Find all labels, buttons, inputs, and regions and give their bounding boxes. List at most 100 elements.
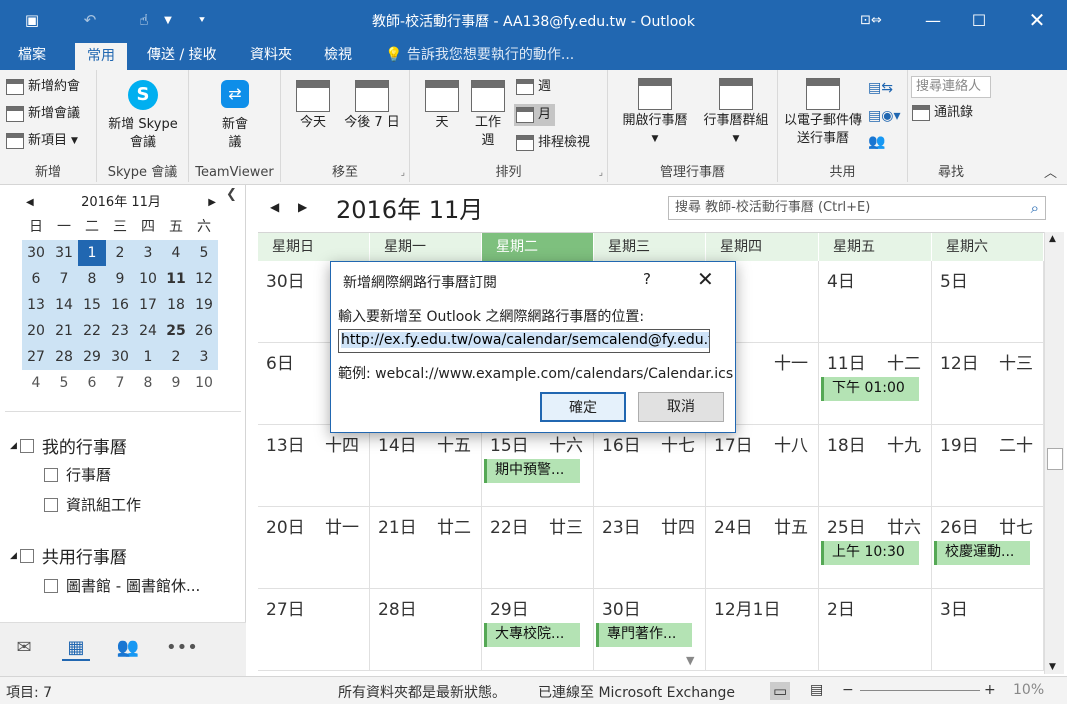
tab-folder[interactable]: 資料夾 xyxy=(238,40,304,70)
calendar-day-cell[interactable]: 28日 xyxy=(370,589,482,671)
calendar-day-cell[interactable]: 18日 十九 xyxy=(819,425,932,507)
calendar-permissions-icon[interactable]: 👥 xyxy=(868,134,885,150)
tab-send-receive[interactable]: 傳送 / 接收 xyxy=(135,40,229,70)
mini-calendar-day[interactable]: 14 xyxy=(50,292,78,318)
vertical-scrollbar[interactable]: ▲ ▼ xyxy=(1044,232,1064,674)
mini-calendar-day[interactable]: 30 xyxy=(106,344,134,370)
maximize-button[interactable]: ☐ xyxy=(956,0,1002,40)
next-icon[interactable]: ▶ xyxy=(298,200,307,214)
mini-calendar-day[interactable]: 22 xyxy=(78,318,106,344)
scrollbar-thumb[interactable] xyxy=(1047,448,1063,470)
calendar-icon[interactable]: ▦ xyxy=(62,637,90,661)
mini-calendar-day[interactable]: 18 xyxy=(162,292,190,318)
mini-calendar-day[interactable]: 28 xyxy=(50,344,78,370)
calendar-day-cell[interactable]: 20日 廿一 xyxy=(258,507,370,589)
mini-calendar-day[interactable]: 10 xyxy=(134,266,162,292)
library-folder-item[interactable]: 圖書館 - 圖書館休... xyxy=(44,575,200,596)
ok-button[interactable]: 確定 xyxy=(540,392,626,422)
checkbox[interactable] xyxy=(44,578,58,593)
mini-calendar-day[interactable]: 1 xyxy=(134,344,162,370)
address-book-button[interactable]: 通訊錄 xyxy=(912,104,973,122)
calendar-day-cell[interactable]: 14日 十五 xyxy=(370,425,482,507)
publish-online-icon[interactable]: ▤◉▾ xyxy=(868,108,900,124)
calendar-day-cell[interactable]: 12日 十三 xyxy=(932,343,1044,425)
dialog-launcher-icon[interactable]: ⌟ xyxy=(401,168,405,178)
email-calendar-button[interactable]: 以電子郵件傳送行事曆 xyxy=(782,78,864,148)
calendar-day-cell[interactable]: 5日 xyxy=(932,261,1044,343)
scroll-down-icon[interactable]: ▼ xyxy=(1049,662,1056,672)
mini-calendar-day[interactable]: 20 xyxy=(22,318,50,344)
mini-calendar-day[interactable]: 27 xyxy=(22,344,50,370)
mini-calendar-day[interactable]: 29 xyxy=(78,344,106,370)
calendar-day-cell[interactable]: 2日 xyxy=(819,589,932,671)
calendar-url-input[interactable]: http://ex.fy.edu.tw/owa/calendar/semcale… xyxy=(338,329,710,353)
calendar-event[interactable]: 期中預警... xyxy=(484,459,580,483)
minimize-button[interactable]: — xyxy=(910,0,956,40)
zoom-in-icon[interactable]: + xyxy=(984,682,996,698)
calendar-event[interactable]: 上午 10:30 xyxy=(821,541,919,565)
mini-calendar-day[interactable]: 9 xyxy=(106,266,134,292)
next-7-days-button[interactable]: 今後 7 日 xyxy=(337,80,407,132)
shared-calendars-header[interactable]: ◢ 共用行事曆 xyxy=(10,543,127,568)
mini-calendar-day[interactable]: 10 xyxy=(190,370,218,396)
zoom-slider[interactable] xyxy=(860,690,980,691)
calendar-day-cell[interactable]: 23日 廿四 xyxy=(594,507,706,589)
mini-calendar-day[interactable]: 13 xyxy=(22,292,50,318)
mini-calendar-day[interactable]: 8 xyxy=(134,370,162,396)
checkbox[interactable] xyxy=(19,438,34,453)
mini-calendar-day[interactable]: 6 xyxy=(78,370,106,396)
tab-home[interactable]: 常用 xyxy=(75,43,127,70)
mini-calendar-day[interactable]: 25 xyxy=(162,318,190,344)
mini-calendar-day[interactable]: 7 xyxy=(50,266,78,292)
mini-calendar-day[interactable]: 8 xyxy=(78,266,106,292)
mini-calendar-day[interactable]: 3 xyxy=(134,240,162,266)
new-skype-meeting-button[interactable]: S 新增 Skype 會議 xyxy=(97,80,189,152)
people-icon[interactable]: 👥 xyxy=(114,637,142,661)
tab-file[interactable]: 檔案 xyxy=(6,40,58,70)
more-items-icon[interactable]: ▼ xyxy=(686,654,694,667)
checkbox[interactable] xyxy=(44,467,58,482)
new-teamviewer-meeting-button[interactable]: ⇄ 新會議 xyxy=(189,80,281,152)
info-team-folder-item[interactable]: 資訊組工作 xyxy=(44,494,141,515)
mail-icon[interactable]: ✉ xyxy=(10,637,38,661)
mini-calendar-day[interactable]: 12 xyxy=(190,266,218,292)
calendar-day-cell[interactable]: 4日 xyxy=(819,261,932,343)
previous-icon[interactable]: ◀ xyxy=(270,200,279,214)
calendar-event[interactable]: 下午 01:00 xyxy=(821,377,919,401)
calendar-day-cell[interactable]: 12月1日 xyxy=(706,589,819,671)
mini-calendar-day[interactable]: 24 xyxy=(134,318,162,344)
collapse-pane-icon[interactable]: ❮ xyxy=(226,187,237,202)
mini-calendar-day[interactable]: 11 xyxy=(162,266,190,292)
mini-calendar-day[interactable]: 9 xyxy=(162,370,190,396)
calendar-event[interactable]: 專門著作... xyxy=(596,623,692,647)
week-view-button[interactable]: 週 xyxy=(516,78,551,96)
mini-calendar-day[interactable]: 19 xyxy=(190,292,218,318)
mini-calendar-day[interactable]: 6 xyxy=(22,266,50,292)
zoom-out-icon[interactable]: − xyxy=(842,682,854,698)
new-meeting-button[interactable]: 新增會議 xyxy=(6,105,80,123)
calendar-day-cell[interactable]: 16日 十七 xyxy=(594,425,706,507)
mini-calendar-day[interactable]: 3 xyxy=(190,344,218,370)
mini-calendar-day[interactable]: 23 xyxy=(106,318,134,344)
mini-calendar-day[interactable]: 5 xyxy=(50,370,78,396)
more-icon[interactable]: ••• xyxy=(166,637,198,661)
close-icon[interactable]: ✕ xyxy=(697,267,714,291)
calendar-day-cell[interactable]: 17日 十八 xyxy=(706,425,819,507)
dialog-launcher-icon[interactable]: ⌟ xyxy=(599,168,603,178)
schedule-view-button[interactable]: 排程檢視 xyxy=(516,134,590,152)
my-calendars-header[interactable]: ◢ 我的行事曆 xyxy=(10,433,127,458)
mini-calendar-day[interactable]: 17 xyxy=(134,292,162,318)
calendar-day-cell[interactable]: 19日 二十 xyxy=(932,425,1044,507)
work-week-button[interactable]: 工作週 xyxy=(468,80,508,150)
calendar-folder-item[interactable]: 行事曆 xyxy=(44,464,111,485)
day-view-button[interactable]: 天 xyxy=(422,80,462,132)
scroll-up-icon[interactable]: ▲ xyxy=(1049,234,1056,244)
mini-calendar-day[interactable]: 4 xyxy=(162,240,190,266)
calendar-day-cell[interactable]: 27日 xyxy=(258,589,370,671)
normal-view-icon[interactable]: ▭ xyxy=(770,682,791,700)
mini-calendar-day[interactable]: 4 xyxy=(22,370,50,396)
close-button[interactable]: ✕ xyxy=(1014,0,1060,40)
mini-calendar-day[interactable]: 15 xyxy=(78,292,106,318)
mini-calendar-day[interactable]: 1 xyxy=(78,240,106,266)
calendar-day-cell[interactable]: 21日 廿二 xyxy=(370,507,482,589)
